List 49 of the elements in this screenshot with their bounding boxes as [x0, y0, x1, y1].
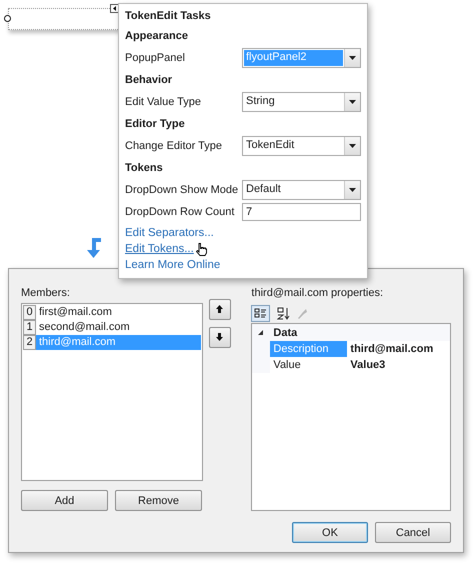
dropdown-caret-icon [349, 188, 356, 192]
task-link[interactable]: Learn More Online [125, 259, 220, 272]
section-heading: Tokens [125, 161, 164, 176]
dropdown-field[interactable]: String [242, 92, 361, 112]
section-heading: Appearance [125, 29, 189, 44]
index-label: 1 [23, 320, 36, 335]
property-value: third@mail.com [347, 341, 450, 357]
index-label: 0 [23, 305, 36, 320]
property-name[interactable]: Value [270, 357, 348, 373]
members-label: Members: [21, 287, 71, 301]
index-label: 2 [23, 335, 36, 350]
property-label: DropDown Show Mode [125, 183, 240, 197]
dialog-button[interactable]: OK [292, 522, 368, 543]
dropdown-caret-icon [349, 144, 356, 148]
member-item[interactable]: second@mail.com [36, 320, 201, 335]
wrench-icon [297, 308, 308, 318]
dialog-button[interactable]: Cancel [375, 522, 451, 543]
list-button[interactable]: Remove [115, 490, 202, 511]
section-heading: Behavior [125, 73, 174, 88]
popup-title: TokenEdit Tasks [125, 9, 212, 24]
categorized-button[interactable] [251, 304, 270, 322]
dropdown-field[interactable]: Default [242, 180, 361, 200]
list-button[interactable]: Add [21, 490, 108, 511]
sort-icon [276, 306, 291, 320]
member-item[interactable]: first@mail.com [36, 305, 201, 320]
properties-label: third@mail.com properties: [251, 287, 384, 301]
dropdown-caret-icon [349, 100, 356, 104]
hand-cursor-icon [196, 243, 207, 256]
down-arrow-icon [216, 332, 224, 340]
collapse-icon[interactable] [258, 330, 264, 335]
resize-handle[interactable] [4, 15, 11, 22]
move-down-button[interactable] [208, 327, 231, 348]
up-arrow-icon [216, 304, 224, 312]
input-field[interactable]: 7 [242, 203, 361, 221]
categorized-icon [254, 308, 268, 318]
property-label: DropDown Row Count [125, 205, 236, 219]
property-value: Value3 [347, 357, 450, 373]
smart-tag-icon[interactable] [110, 4, 119, 13]
dropdown-field[interactable]: TokenEdit [242, 136, 361, 156]
task-link[interactable]: Edit Tokens... [125, 243, 194, 256]
task-link[interactable]: Edit Separators... [125, 227, 214, 240]
category-name: Data [273, 326, 298, 338]
move-up-button[interactable] [208, 299, 231, 320]
down-arrow-icon [86, 238, 103, 258]
section-heading: Editor Type [125, 117, 186, 132]
dropdown-caret-icon [349, 56, 356, 60]
property-label: Edit Value Type [125, 95, 202, 109]
property-label: Change Editor Type [125, 139, 224, 153]
property-label: PopupPanel [125, 51, 186, 65]
